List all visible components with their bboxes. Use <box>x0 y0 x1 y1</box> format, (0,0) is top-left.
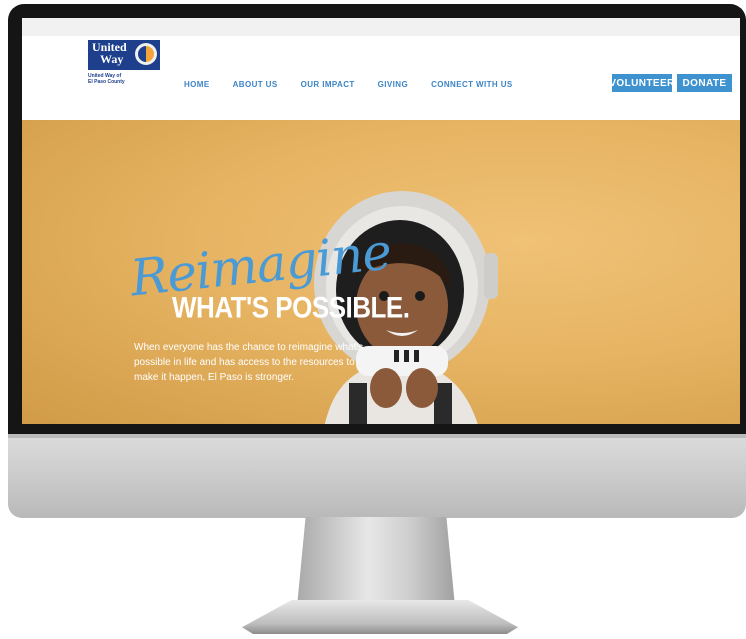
united-way-logo[interactable]: United Way <box>88 40 160 70</box>
site-header: United Way United Way of El Paso County … <box>22 36 740 120</box>
hero-headline: WHAT'S POSSIBLE. <box>172 289 410 325</box>
donate-button[interactable]: DONATE <box>677 74 732 92</box>
logo-line-2: Way <box>100 52 124 66</box>
volunteer-button[interactable]: VOLUNTEER <box>609 74 674 92</box>
main-nav: HOME ABOUT US OUR IMPACT GIVING CONNECT … <box>184 80 513 89</box>
nav-about-us[interactable]: ABOUT US <box>233 80 278 89</box>
monitor-screen: United Way United Way of El Paso County … <box>22 18 740 424</box>
nav-connect-with-us[interactable]: CONNECT WITH US <box>431 80 513 89</box>
sunrise-hand-icon <box>135 43 157 65</box>
hero-body-text: When everyone has the chance to reimagin… <box>134 342 364 383</box>
monitor-chin-edge <box>8 434 746 438</box>
hero-banner: Reimagine WHAT'S POSSIBLE. When everyone… <box>22 120 740 424</box>
nav-our-impact[interactable]: OUR IMPACT <box>301 80 355 89</box>
nav-home[interactable]: HOME <box>184 80 210 89</box>
logo-wordmark: United Way <box>92 41 127 65</box>
monitor-chin <box>8 434 746 518</box>
browser-top-strip <box>22 18 740 36</box>
nav-giving[interactable]: GIVING <box>378 80 408 89</box>
logo-caption: United Way of El Paso County <box>88 73 158 85</box>
logo-caption-line-2: El Paso County <box>88 79 125 85</box>
monitor-stand-base <box>242 600 518 634</box>
